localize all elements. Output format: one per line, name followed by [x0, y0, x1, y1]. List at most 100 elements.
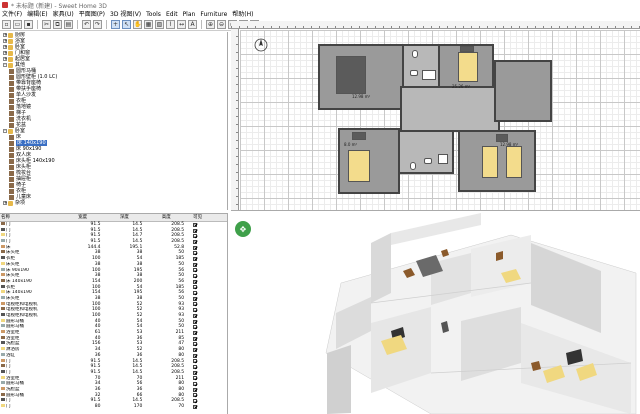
menu-item[interactable]: Furniture	[200, 10, 227, 19]
visible-checkbox[interactable]	[193, 319, 198, 324]
3d-house-model[interactable]	[231, 213, 640, 414]
paste-icon[interactable]: ▤	[64, 20, 73, 29]
furniture-catalog-tree[interactable]: + 厨房 + 浴室 + 卧室 + 门和窗 + 起居室 - 其他 圆形马桶 圆形壁柜 (1.0 LC) 带靠背…	[0, 32, 228, 210]
visible-checkbox[interactable]	[193, 262, 198, 267]
3d-view[interactable]: ✥	[231, 213, 640, 414]
toilet-top[interactable]	[412, 50, 418, 58]
visible-checkbox[interactable]	[193, 268, 198, 273]
bed-bottom-left[interactable]	[348, 150, 370, 182]
visible-checkbox[interactable]	[193, 387, 198, 392]
shower-bottom[interactable]	[438, 154, 448, 164]
visible-checkbox[interactable]	[193, 251, 198, 256]
bed-bottom-right-2[interactable]	[506, 146, 522, 178]
new-file-icon[interactable]: ▫	[2, 20, 11, 29]
room-right-extension[interactable]	[494, 60, 552, 122]
room-bathroom-top[interactable]	[402, 44, 442, 88]
menu-item[interactable]: Edit	[166, 10, 178, 19]
room-corridor[interactable]	[400, 86, 500, 132]
cut-icon[interactable]: ✂	[42, 20, 51, 29]
menu-item[interactable]: 文件(F)	[2, 10, 22, 19]
visible-checkbox[interactable]	[193, 382, 198, 387]
save-icon[interactable]: ▪	[24, 20, 33, 29]
visible-checkbox[interactable]	[193, 245, 198, 250]
header-name[interactable]: 名称	[0, 214, 62, 221]
visible-checkbox[interactable]	[193, 228, 198, 233]
visible-checkbox[interactable]	[193, 279, 198, 284]
tree-expander-icon[interactable]: +	[3, 51, 7, 55]
select-mode-icon[interactable]: ↖	[122, 20, 131, 29]
create-walls-icon[interactable]: ▦	[144, 20, 153, 29]
zoom-out-icon[interactable]: ⊖	[217, 20, 226, 29]
visible-checkbox[interactable]	[193, 393, 198, 398]
pan-mode-icon[interactable]: ✋	[133, 20, 142, 29]
menu-item[interactable]: 家具(U)	[53, 10, 74, 19]
header-width[interactable]: 宽度	[62, 214, 104, 221]
visible-checkbox[interactable]	[193, 234, 198, 239]
undo-icon[interactable]: ↶	[82, 20, 91, 29]
visible-checkbox[interactable]	[193, 336, 198, 341]
visible-checkbox[interactable]	[193, 404, 198, 409]
compass-icon[interactable]	[254, 38, 268, 52]
room-bathroom-bottom[interactable]	[398, 130, 454, 174]
header-height[interactable]: 高度	[145, 214, 187, 221]
visible-checkbox[interactable]	[193, 274, 198, 279]
bed-bottom-right[interactable]	[482, 146, 498, 178]
double-bed-top-left[interactable]	[336, 56, 366, 94]
visible-checkbox[interactable]	[193, 376, 198, 381]
visible-checkbox[interactable]	[193, 347, 198, 352]
visible-checkbox[interactable]	[193, 330, 198, 335]
redo-icon[interactable]: ↷	[93, 20, 102, 29]
menu-item[interactable]: 帮助(H)	[232, 10, 253, 19]
menu-item[interactable]: 编辑(E)	[27, 10, 47, 19]
visible-checkbox[interactable]	[193, 313, 198, 318]
bathtub-top[interactable]	[422, 70, 436, 80]
add-furniture-icon[interactable]: +	[111, 20, 120, 29]
toilet-bottom[interactable]	[410, 162, 416, 170]
visible-checkbox[interactable]	[193, 222, 198, 227]
washbasin-top[interactable]	[410, 70, 418, 76]
tree-expander-icon[interactable]: -	[3, 63, 7, 67]
zoom-in-icon[interactable]: ⊕	[206, 20, 215, 29]
header-visible[interactable]: 可见	[187, 214, 227, 221]
plan-grid[interactable]: 12.98 m² 25.26 m² 8.0 m² 12.98 m²	[240, 30, 640, 210]
visible-checkbox[interactable]	[193, 239, 198, 244]
wardrobe-bottom-right[interactable]	[496, 134, 508, 142]
menu-item[interactable]: Tools	[146, 10, 161, 19]
visible-checkbox[interactable]	[193, 342, 198, 347]
visible-checkbox[interactable]	[193, 325, 198, 330]
tree-expander-icon[interactable]: +	[3, 201, 7, 205]
tree-expander-icon[interactable]: +	[3, 57, 7, 61]
visible-checkbox[interactable]	[193, 308, 198, 313]
furniture-list-table[interactable]: 名称 宽度 深度 高度 可见 门 91.5 14.5 208.5 门 91.5 14.5 20…	[0, 213, 228, 414]
single-bed-top-right[interactable]	[458, 52, 478, 82]
open-file-icon[interactable]: ▭	[13, 20, 22, 29]
visible-checkbox[interactable]	[193, 399, 198, 404]
add-text-icon[interactable]: A	[188, 20, 197, 29]
tree-expander-icon[interactable]: +	[3, 39, 7, 43]
create-dimensions-icon[interactable]: ↔	[177, 20, 186, 29]
table-row[interactable]: 门 80 170 70	[0, 404, 227, 410]
tree-expander-icon[interactable]: -	[3, 129, 7, 133]
visible-checkbox[interactable]	[193, 291, 198, 296]
create-rooms-icon[interactable]: ▧	[155, 20, 164, 29]
visible-checkbox[interactable]	[193, 359, 198, 364]
menu-item[interactable]: 平面图(P)	[79, 10, 105, 19]
copy-icon[interactable]: ⧉	[53, 20, 62, 29]
plan-view[interactable]: 12.98 m² 25.26 m² 8.0 m² 12.98 m²	[231, 21, 640, 211]
menu-item[interactable]: 3D 视图(V)	[110, 10, 141, 19]
visible-checkbox[interactable]	[193, 302, 198, 307]
visible-checkbox[interactable]	[193, 256, 198, 261]
visible-checkbox[interactable]	[193, 353, 198, 358]
visible-checkbox[interactable]	[193, 296, 198, 301]
header-depth[interactable]: 深度	[104, 214, 146, 221]
create-polylines-icon[interactable]: ⌇	[166, 20, 175, 29]
wardrobe-bottom-left[interactable]	[352, 132, 366, 140]
menu-item[interactable]: Plan	[183, 10, 196, 19]
tree-expander-icon[interactable]: +	[3, 45, 7, 49]
catalog-category[interactable]: + 杂项	[0, 200, 227, 206]
visible-checkbox[interactable]	[193, 365, 198, 370]
tree-expander-icon[interactable]: +	[3, 33, 7, 37]
washbasin-bottom[interactable]	[424, 158, 432, 164]
visible-checkbox[interactable]	[193, 370, 198, 375]
wardrobe-top-right[interactable]	[460, 46, 474, 52]
